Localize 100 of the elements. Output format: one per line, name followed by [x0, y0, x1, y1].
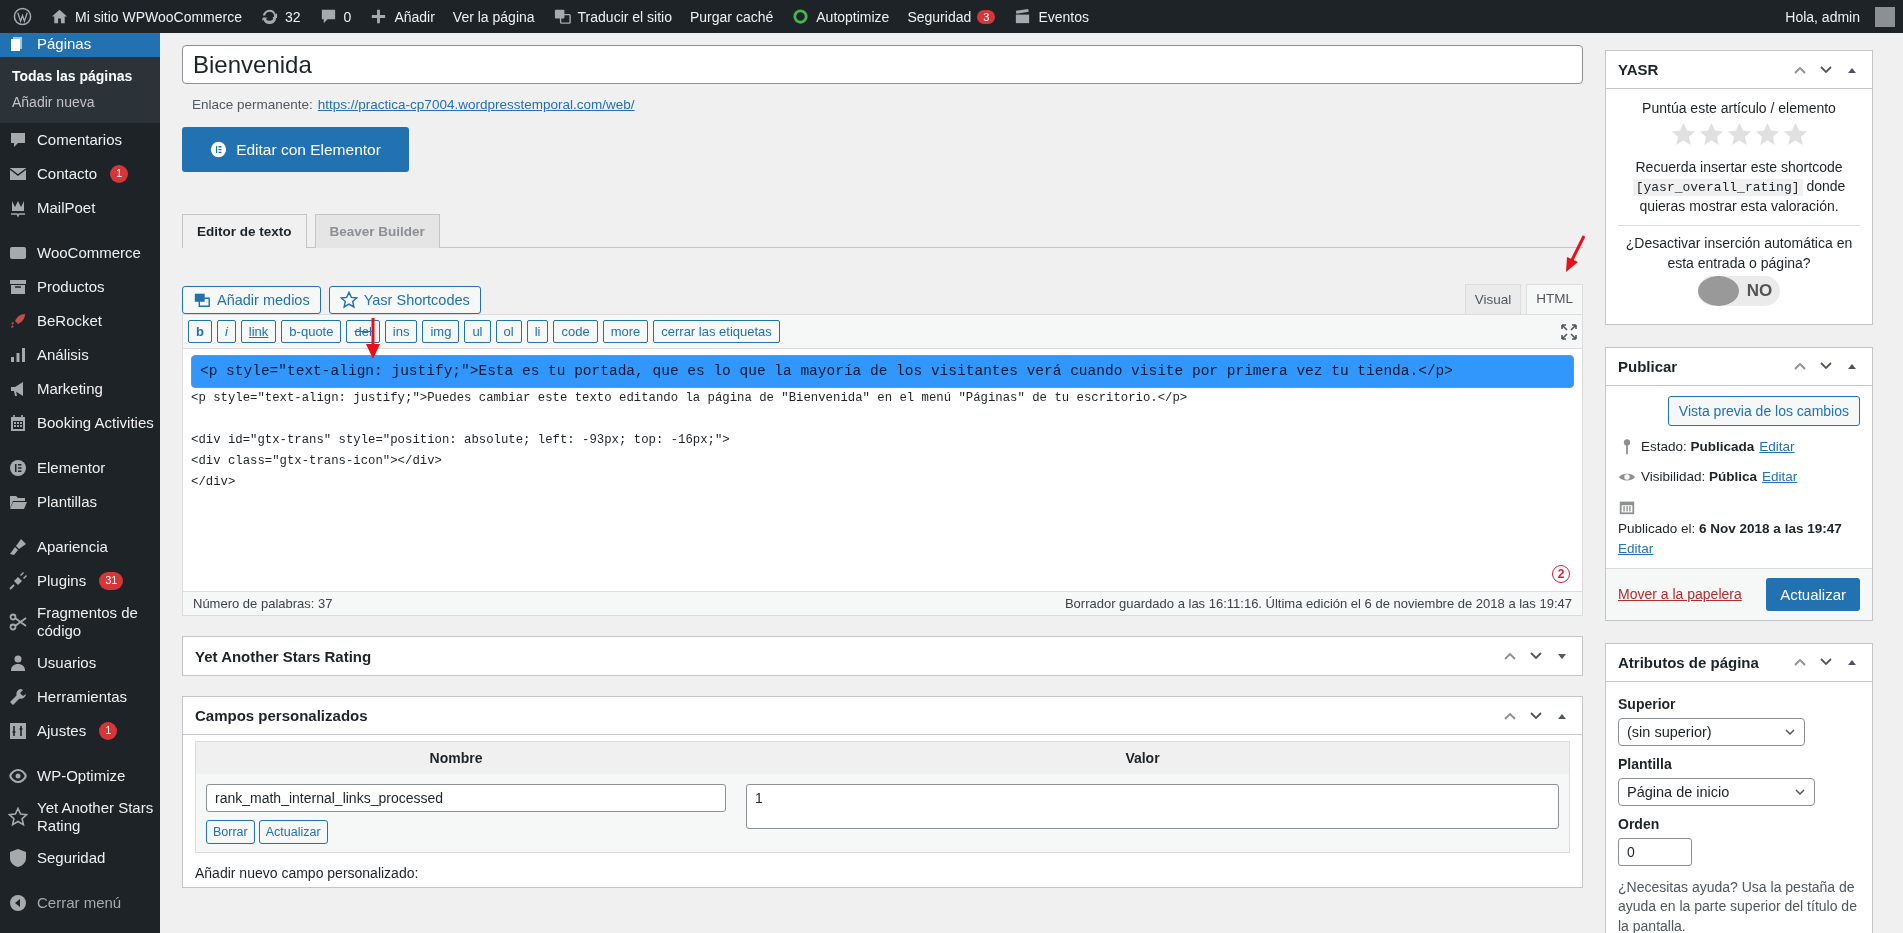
paintbrush-icon	[8, 537, 28, 557]
quicktag-button[interactable]: code	[553, 320, 598, 343]
order-field[interactable]: 0	[1618, 837, 1692, 866]
star-icon[interactable]	[1669, 120, 1697, 148]
quicktag-button[interactable]: more	[602, 320, 649, 343]
refresh-icon	[260, 7, 279, 26]
sidebar-item[interactable]: Contacto 1	[0, 157, 160, 191]
sidebar-item[interactable]: Elementor	[0, 451, 160, 485]
publish-detail: Visibilidad: Pública	[1641, 469, 1758, 485]
quicktag-button[interactable]: li	[526, 320, 549, 343]
sidebar-item[interactable]: Booking Activities	[0, 406, 160, 440]
elementor-button[interactable]: Editar con Elementor	[182, 127, 409, 172]
sidebar-item[interactable]: Marketing	[0, 372, 160, 406]
toggle-switch[interactable]: NO	[1698, 276, 1780, 307]
sidebar-item[interactable]: Fragmentos de código	[0, 598, 160, 646]
editor-tab[interactable]: Editor de texto	[182, 214, 307, 248]
sidebar-item[interactable]: Plugins 31	[0, 564, 160, 598]
permalink-link[interactable]: https://practica-cp7004.wordpresstemporal.com/web/	[317, 97, 635, 112]
mode-tab[interactable]: Visual	[1464, 284, 1522, 314]
quicktag-button[interactable]: ol	[495, 320, 522, 343]
quicktag-button[interactable]: i	[216, 320, 236, 343]
title-field[interactable]: Bienvenida	[182, 45, 1583, 84]
edit-link[interactable]: Editar	[1759, 439, 1795, 455]
toolbar-item[interactable]: Mi sitio WPWooCommerce	[41, 0, 251, 33]
quicktag-button[interactable]: ins	[384, 320, 418, 343]
sidebar-item[interactable]: Seguridad	[0, 841, 160, 875]
field-label: Superior	[1618, 695, 1677, 712]
collapse-menu-button[interactable]: Cerrar menú	[0, 886, 160, 920]
media-button[interactable]: Añadir medios	[182, 286, 321, 314]
mode-tab[interactable]: HTML	[1526, 284, 1583, 314]
toolbar-item[interactable]: Traducir el sitio	[543, 0, 681, 33]
sidebar-item[interactable]: Ajustes 1	[0, 714, 160, 748]
avatar-placeholder	[1875, 6, 1895, 27]
toolbar-item[interactable]: Ver la página	[443, 0, 544, 33]
submenu-item[interactable]: Añadir nueva	[0, 89, 160, 115]
sidebar-item[interactable]: Páginas	[0, 33, 160, 57]
media-icon	[193, 291, 211, 309]
account-greeting[interactable]: Hola, admin	[1776, 0, 1869, 33]
quicktag-button[interactable]: b-quote	[281, 320, 342, 343]
toolbar-item[interactable]: 32	[251, 0, 310, 33]
toolbar-item[interactable]: Añadir	[360, 0, 444, 33]
parent-select[interactable]: (sin superior)	[1618, 717, 1805, 746]
circle-logo-icon	[210, 141, 228, 158]
wordpress-logo-icon	[13, 7, 32, 26]
sidebar-item[interactable]: WP-Optimize	[0, 759, 160, 793]
help-text: ¿Necesitas ayuda? Usa la pestaña de ayuda en la parte superior del título de la pantalla.	[1618, 877, 1858, 933]
box-title: Yet Another Stars Rating	[195, 647, 373, 665]
wrench-icon	[8, 687, 28, 707]
sidebar-item[interactable]: Análisis	[0, 338, 160, 372]
name-field[interactable]: rank_math_internal_links_processed	[206, 784, 726, 812]
translate-icon	[552, 7, 572, 26]
fullscreen-icon[interactable]	[1561, 323, 1577, 340]
field-button[interactable]: Actualizar	[258, 820, 328, 844]
media-button[interactable]: Yasr Shortcodes	[328, 286, 481, 314]
bar-chart-icon	[8, 345, 28, 365]
submenu-item[interactable]: Todas las páginas	[0, 63, 160, 89]
quicktag-button[interactable]: img	[422, 320, 460, 343]
box-title: YASR	[1618, 61, 1660, 78]
toolbar-item[interactable]: Eventos	[1004, 0, 1098, 33]
rating-prompt: Puntúa este artículo / elemento	[1641, 99, 1837, 118]
toolbar-item[interactable]: Autoptimize	[782, 0, 899, 33]
sidebar-item[interactable]: Comentarios	[0, 123, 160, 157]
column-header: Valor	[1124, 750, 1161, 766]
box-title: Atributos de página	[1618, 653, 1760, 671]
value-field[interactable]: 1	[746, 784, 1559, 829]
count-badge: 3	[977, 9, 996, 24]
star-icon[interactable]	[1725, 120, 1753, 148]
sidebar-item[interactable]: Apariencia	[0, 530, 160, 564]
sidebar-item[interactable]: Usuarios	[0, 646, 160, 680]
preview-button[interactable]: Vista previa de los cambios	[1667, 395, 1860, 426]
update-button[interactable]: Actualizar	[1766, 577, 1860, 611]
sidebar-item[interactable]: WooCommerce	[0, 236, 160, 270]
star-icon[interactable]	[1753, 120, 1781, 148]
sidebar-item[interactable]: Yet Another Stars Rating	[0, 793, 160, 841]
permalink-label: Enlace permanente:	[192, 97, 313, 112]
publish-detail: Publicado el: 6 Nov 2018 a las 19:47	[1618, 520, 1842, 536]
toolbar-item[interactable]: Purgar caché	[681, 0, 783, 33]
box-title: Publicar	[1618, 357, 1679, 375]
autosave-status: Borrador guardado a las 16:11:16. Última edición el 6 de noviembre de 2018 a las 19:47	[1064, 596, 1572, 611]
quicktag-button[interactable]: cerrar las etiquetas	[653, 320, 780, 343]
template-select[interactable]: Página de inicio	[1618, 777, 1815, 806]
edit-link[interactable]: Editar	[1762, 469, 1798, 485]
quicktag-button[interactable]: b	[188, 320, 212, 343]
star-icon[interactable]	[1781, 120, 1809, 148]
scissors-icon	[8, 612, 28, 632]
sidebar-item[interactable]: Herramientas	[0, 680, 160, 714]
circle-logo-icon	[8, 458, 28, 478]
quicktag-button[interactable]: ul	[464, 320, 491, 343]
sidebar-item[interactable]: Plantillas	[0, 485, 160, 519]
quicktag-button[interactable]: link	[240, 320, 277, 343]
status-ring-icon	[791, 7, 811, 26]
sidebar-item[interactable]: MailPoet	[0, 191, 160, 225]
edit-link[interactable]: Editar	[1618, 540, 1654, 556]
star-icon[interactable]	[1697, 120, 1725, 148]
toolbar-item[interactable]: 0	[309, 0, 361, 33]
trash-link[interactable]: Mover a la papelera	[1618, 586, 1742, 603]
sidebar-item[interactable]: Productos	[0, 270, 160, 304]
toolbar-item[interactable]: Seguridad 3	[898, 0, 1005, 33]
field-button[interactable]: Borrar	[206, 820, 255, 844]
sidebar-item[interactable]: BeRocket	[0, 304, 160, 338]
